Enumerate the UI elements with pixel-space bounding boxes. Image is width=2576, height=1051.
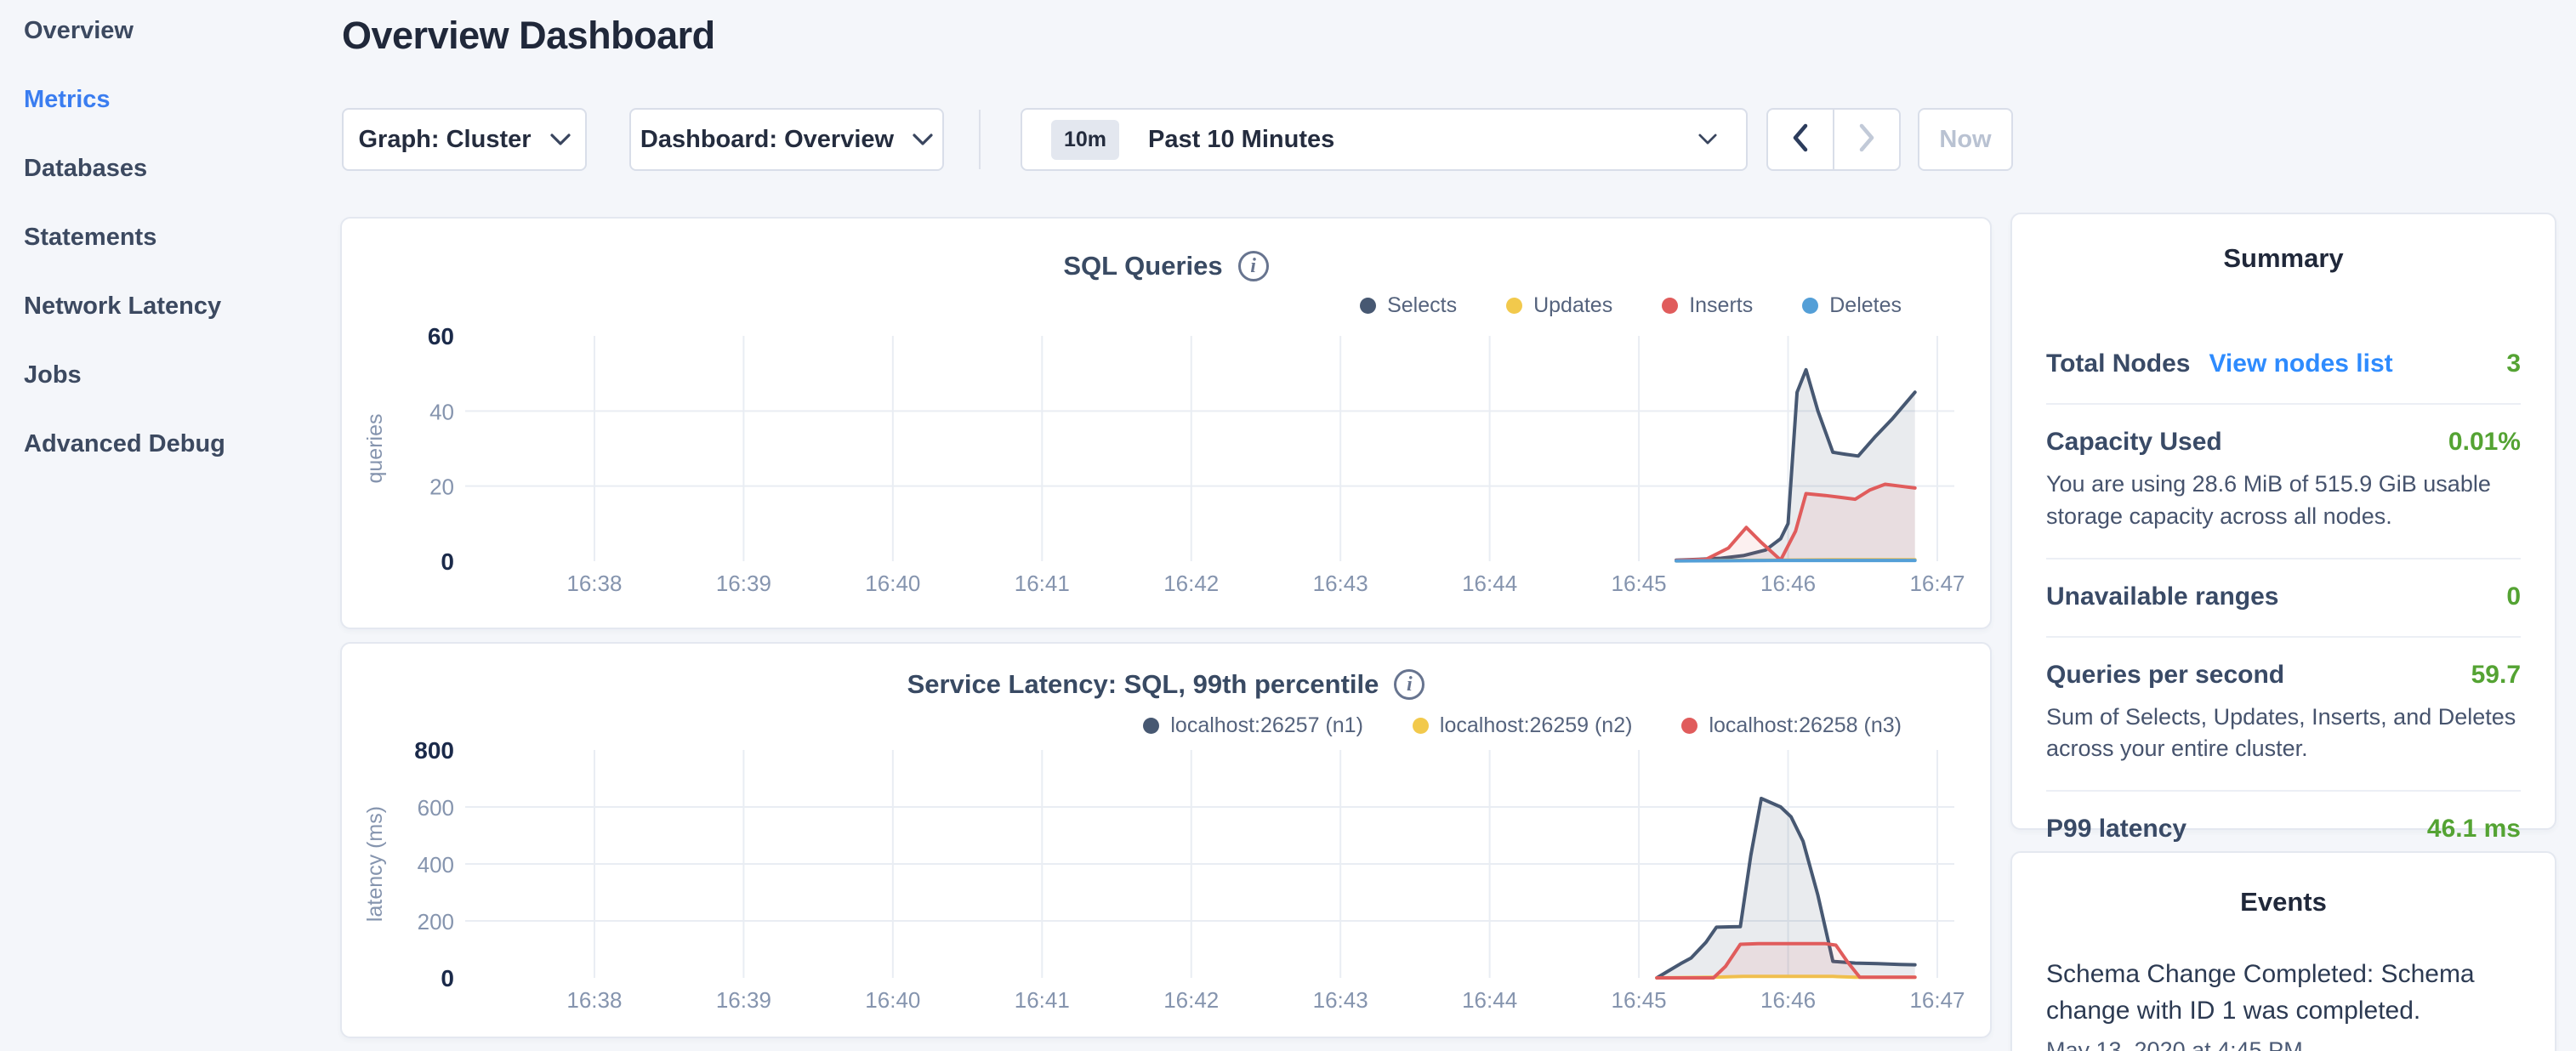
dashboard-dropdown-label: Dashboard: Overview [640, 126, 894, 154]
svg-text:16:40: 16:40 [865, 987, 920, 1013]
event-list-item[interactable]: Schema Change Completed: Schema change w… [2046, 957, 2521, 1051]
page-title: Overview Dashboard [342, 14, 715, 58]
events-panel: Events Schema Change Completed: Schema c… [2010, 851, 2556, 1051]
svg-text:16:40: 16:40 [865, 571, 920, 596]
summary-subtext: You are using 28.6 MiB of 515.9 GiB usab… [2046, 469, 2521, 533]
time-range-badge: 10m [1051, 120, 1119, 160]
time-back-button[interactable] [1766, 108, 1834, 171]
chevron-down-icon [550, 134, 571, 146]
svg-text:16:42: 16:42 [1163, 571, 1219, 596]
svg-text:0: 0 [441, 548, 454, 575]
svg-text:800: 800 [414, 737, 454, 764]
summary-label: Total Nodes [2046, 349, 2190, 378]
svg-text:20: 20 [429, 474, 454, 500]
svg-text:600: 600 [418, 795, 454, 821]
summary-value: 3 [2506, 349, 2521, 378]
svg-text:16:47: 16:47 [1909, 571, 1965, 596]
svg-text:16:46: 16:46 [1760, 571, 1816, 596]
sql-queries-chart[interactable]: 0 20 40 60 16:38 16:39 16:40 16:41 16:42 16:43 16:… [342, 219, 1990, 628]
svg-text:400: 400 [418, 852, 454, 878]
svg-text:16:43: 16:43 [1313, 571, 1368, 596]
summary-value: 0 [2506, 582, 2521, 611]
now-button[interactable]: Now [1918, 108, 2013, 171]
svg-text:latency (ms): latency (ms) [363, 806, 387, 922]
svg-text:16:38: 16:38 [566, 571, 622, 596]
view-nodes-list-link[interactable]: View nodes list [2209, 349, 2392, 378]
chevron-left-icon [1791, 123, 1810, 156]
svg-text:0: 0 [441, 965, 454, 991]
summary-label: Unavailable ranges [2046, 582, 2278, 611]
svg-text:16:39: 16:39 [716, 987, 771, 1013]
svg-text:16:41: 16:41 [1015, 987, 1070, 1013]
summary-panel: Summary Total Nodes View nodes list 3 Ca… [2010, 213, 2556, 830]
sidebar-item-statements[interactable]: Statements [24, 224, 340, 293]
service-latency-chart[interactable]: 0 200 400 600 800 16:38 16:39 16:40 16:41 16:42 16… [342, 644, 1990, 1037]
svg-text:60: 60 [428, 323, 454, 349]
controls-toolbar: Graph: Cluster Dashboard: Overview 10m P… [0, 108, 2576, 171]
chevron-down-icon [1698, 134, 1717, 145]
svg-text:16:46: 16:46 [1760, 987, 1816, 1013]
summary-label: P99 latency [2046, 815, 2186, 844]
chevron-right-icon [1857, 123, 1876, 156]
time-range-label: Past 10 Minutes [1148, 126, 1334, 154]
service-latency-chart-panel: Service Latency: SQL, 99th percentile i … [340, 642, 1992, 1038]
summary-row-capacity-used: Capacity Used 0.01% You are using 28.6 M… [2046, 405, 2521, 560]
svg-text:16:39: 16:39 [716, 571, 771, 596]
summary-value: 0.01% [2448, 428, 2521, 457]
svg-text:16:42: 16:42 [1163, 987, 1219, 1013]
svg-text:16:47: 16:47 [1909, 987, 1965, 1013]
svg-text:16:41: 16:41 [1015, 571, 1070, 596]
events-title: Events [2046, 887, 2521, 917]
summary-title: Summary [2046, 243, 2521, 274]
summary-row-total-nodes: Total Nodes View nodes list 3 [2046, 327, 2521, 405]
summary-label: Queries per second [2046, 661, 2284, 690]
sidebar-item-advanced-debug[interactable]: Advanced Debug [24, 430, 340, 499]
event-text: Schema Change Completed: Schema change w… [2046, 957, 2521, 1029]
summary-value: 59.7 [2471, 661, 2521, 690]
time-pager [1766, 108, 1901, 171]
controls-divider [979, 110, 981, 169]
summary-row-queries-per-second: Queries per second 59.7 Sum of Selects, … [2046, 638, 2521, 793]
svg-text:16:43: 16:43 [1313, 987, 1368, 1013]
summary-value: 46.1 ms [2427, 815, 2521, 844]
time-range-dropdown[interactable]: 10m Past 10 Minutes [1021, 108, 1748, 171]
graph-scope-dropdown-label: Graph: Cluster [358, 126, 531, 154]
summary-row-unavailable-ranges: Unavailable ranges 0 [2046, 560, 2521, 638]
svg-text:queries: queries [363, 414, 387, 484]
summary-subtext: Sum of Selects, Updates, Inserts, and De… [2046, 702, 2521, 766]
svg-text:16:45: 16:45 [1612, 987, 1667, 1013]
svg-text:16:44: 16:44 [1462, 987, 1517, 1013]
time-forward-button[interactable] [1834, 108, 1901, 171]
chevron-down-icon [913, 134, 933, 146]
summary-label: Capacity Used [2046, 428, 2222, 457]
sql-queries-chart-panel: SQL Queries i Selects Updates Inserts De… [340, 217, 1992, 629]
event-timestamp: May 13, 2020 at 4:45 PM [2046, 1037, 2521, 1051]
dashboard-dropdown[interactable]: Dashboard: Overview [629, 108, 944, 171]
svg-text:16:44: 16:44 [1462, 571, 1517, 596]
svg-text:16:45: 16:45 [1612, 571, 1667, 596]
sidebar-item-overview[interactable]: Overview [24, 17, 340, 86]
sidebar-item-jobs[interactable]: Jobs [24, 361, 340, 430]
svg-text:200: 200 [418, 909, 454, 935]
svg-text:16:38: 16:38 [566, 987, 622, 1013]
sidebar-item-network-latency[interactable]: Network Latency [24, 293, 340, 361]
svg-text:40: 40 [429, 399, 454, 424]
graph-scope-dropdown[interactable]: Graph: Cluster [342, 108, 587, 171]
